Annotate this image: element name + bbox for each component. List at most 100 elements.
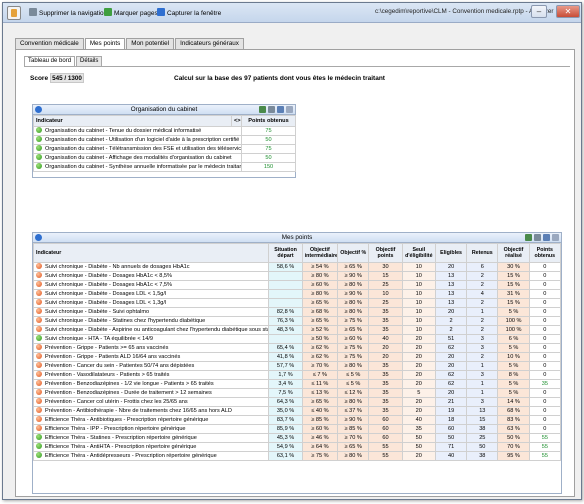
panel-tools [257, 106, 293, 113]
col-objectif-intermediaire[interactable]: Objectif intermédiaire [301, 243, 339, 263]
table-row[interactable]: Prévention - Grippe - Patients ALD 16/64… [32, 352, 562, 362]
options-icon[interactable] [277, 106, 284, 113]
table-row[interactable]: Organisation du cabinet - Utilisation d'… [33, 135, 296, 145]
table-row[interactable]: Efficience Théra - Antidépresseurs - Pre… [32, 451, 562, 461]
objectif-intermediaire-cell: ≤ 11 % [301, 379, 339, 389]
col-sort[interactable]: <> [231, 115, 242, 127]
window-title: c:\cegedim\reportive\CLM - Convention me… [375, 8, 554, 15]
collapse-icon[interactable] [35, 234, 42, 241]
col-points-obtenus[interactable]: Points obtenus [528, 243, 562, 263]
eligibles-cell: 51 [434, 334, 468, 344]
export-excel-icon[interactable] [525, 234, 532, 241]
table-row[interactable]: Efficience Théra - Antibiotiques - Presc… [32, 415, 562, 425]
table-row[interactable]: Prévention - Antibiothérapie - Nbre de t… [32, 406, 562, 416]
col-eligibles[interactable]: Eligibles [434, 243, 468, 263]
col-objectif-pct[interactable]: Objectif % [337, 243, 370, 263]
table-row[interactable]: Suivi chronique - Diabète - Dosages HbA1… [32, 280, 562, 290]
print-icon[interactable] [268, 106, 275, 113]
table-row[interactable]: Prévention - Cancer du sein - Patientes … [32, 361, 562, 371]
table-row[interactable]: Prévention - Grippe - Patients >= 65 ans… [32, 343, 562, 353]
col-retenus[interactable]: Retenus [466, 243, 499, 263]
tab-convention-medicale[interactable]: Convention médicale [15, 38, 84, 49]
objectif-pct-cell: ≥ 80 % [337, 280, 370, 290]
objectif-intermediaire-cell: ≥ 60 % [301, 424, 339, 434]
indicator-label: Prévention - Benzodiazépines - Durée de … [45, 390, 212, 396]
capture-window-button[interactable]: Capturer la fenêtre [157, 8, 221, 17]
mes-points-panel-header: Mes points [33, 233, 561, 243]
options-icon[interactable] [543, 234, 550, 241]
table-row[interactable]: Organisation du cabinet - Affichage des … [33, 153, 296, 163]
table-row[interactable]: Prévention - Cancer col utérin - Frottis… [32, 397, 562, 407]
mark-pages-button[interactable]: Marquer pages ▾ [104, 8, 163, 17]
seuil-eligibilite-cell: 20 [401, 352, 436, 362]
table-row[interactable]: Prévention - Benzodiazépines - 1/2 vie l… [32, 379, 562, 389]
points-obtenus-cell: 0 [528, 298, 562, 308]
table-row[interactable]: Organisation du cabinet - Tenue du dossi… [33, 126, 296, 136]
tab-mon-potentiel[interactable]: Mon potentiel [126, 38, 175, 49]
table-row[interactable]: Suivi chronique - Diabète - Dosages LDL … [32, 298, 562, 308]
points-cell: 75 [241, 126, 296, 136]
objectif-intermediaire-cell: ≥ 50 % [301, 334, 339, 344]
objectif-realise-cell: 70 % [497, 442, 530, 452]
subtab-details[interactable]: Détails [76, 56, 103, 66]
table-row[interactable]: Suivi chronique - Diabète - Dosages HbA1… [32, 271, 562, 281]
indicator-label: Suivi chronique - Diabète - Nb annuels d… [45, 264, 190, 270]
table-row[interactable]: Suivi chronique - HTA - TA équilibrée < … [32, 334, 562, 344]
print-navigation-button[interactable]: Supprimer la navigation [29, 8, 107, 17]
table-row[interactable]: Organisation du cabinet - Synthèse annue… [33, 162, 296, 172]
indicator-label: Suivi chronique - Diabète - Aspirine ou … [45, 327, 269, 333]
objectif-intermediaire-cell: ≥ 62 % [301, 343, 339, 353]
col-seuil-eligibilite[interactable]: Seuil d'éligibilité [401, 243, 436, 263]
status-orange-icon [36, 407, 42, 413]
table-row[interactable]: Suivi chronique - Diabète - Aspirine ou … [32, 325, 562, 335]
objectif-pct-cell: ≥ 75 % [337, 316, 370, 326]
collapse-icon[interactable] [35, 106, 42, 113]
objectif-pct-cell: ≥ 90 % [337, 415, 370, 425]
sub-tabs: Tableau de bord Détails [24, 56, 103, 66]
col-points-obtenus[interactable]: Points obtenus [241, 115, 296, 127]
objectif-intermediaire-cell: ≥ 80 % [301, 271, 339, 281]
indicator-label: Suivi chronique - Diabète - Dosages HbA1… [45, 282, 173, 288]
col-indicateur[interactable]: Indicateur [32, 243, 270, 263]
seuil-eligibilite-cell: 10 [401, 307, 436, 317]
table-row[interactable]: Suivi chronique - Diabète - Suivi ophtal… [32, 307, 562, 317]
tab-indicateurs-generaux[interactable]: Indicateurs généraux [175, 38, 244, 49]
objectif-pct-cell: ≥ 90 % [337, 271, 370, 281]
table-row[interactable]: Suivi chronique - Diabète - Dosages LDL … [32, 289, 562, 299]
col-indicateur[interactable]: Indicateur [33, 115, 232, 127]
subtab-tableau-de-bord[interactable]: Tableau de bord [24, 56, 76, 66]
table-row[interactable]: Suivi chronique - Diabète - Statines che… [32, 316, 562, 326]
maximize-panel-icon[interactable] [286, 106, 293, 113]
indicator-cell: Suivi chronique - Diabète - Dosages LDL … [32, 289, 270, 299]
col-objectif-realise[interactable]: Objectif réalisé [497, 243, 530, 263]
maximize-panel-icon[interactable] [552, 234, 559, 241]
seuil-eligibilite-cell: 20 [401, 451, 436, 461]
objectif-pct-cell: ≥ 80 % [337, 361, 370, 371]
objectif-points-cell: 35 [368, 361, 403, 371]
minimize-button[interactable]: – [531, 5, 547, 18]
table-row[interactable]: Organisation du cabinet - Télétransmissi… [33, 144, 296, 154]
status-orange-icon [36, 317, 42, 323]
col-objectif-points[interactable]: Objectif points [368, 243, 403, 263]
indicator-label: Prévention - Antibiothérapie - Nbre de t… [45, 408, 232, 414]
table-row[interactable]: Efficience Théra - IPP - Prescription ré… [32, 424, 562, 434]
table-row[interactable]: Efficience Théra - AntiHTA - Prescriptio… [32, 442, 562, 452]
table-row[interactable]: Efficience Théra - Statines - Prescripti… [32, 433, 562, 443]
table-row[interactable]: Prévention - Vasodilatateurs - Patients … [32, 370, 562, 380]
col-situation-depart[interactable]: Situation départ [268, 243, 303, 263]
status-green-icon [36, 443, 42, 449]
indicator-label: Prévention - Grippe - Patients >= 65 ans… [45, 345, 169, 351]
table-row[interactable]: Suivi chronique - Diabète - Nb annuels d… [32, 262, 562, 272]
export-excel-icon[interactable] [259, 106, 266, 113]
close-button[interactable]: ✕ [556, 5, 580, 18]
retenus-cell: 3 [466, 397, 499, 407]
indicator-cell: Organisation du cabinet - Télétransmissi… [33, 144, 242, 154]
points-obtenus-cell: 0 [528, 406, 562, 416]
retenus-cell: 50 [466, 442, 499, 452]
app-logo-icon[interactable] [7, 6, 21, 20]
retenus-cell: 1 [466, 388, 499, 398]
retenus-cell: 2 [466, 271, 499, 281]
print-icon[interactable] [534, 234, 541, 241]
table-row[interactable]: Prévention - Benzodiazépines - Durée de … [32, 388, 562, 398]
situation-depart-cell: 63,1 % [268, 451, 303, 461]
